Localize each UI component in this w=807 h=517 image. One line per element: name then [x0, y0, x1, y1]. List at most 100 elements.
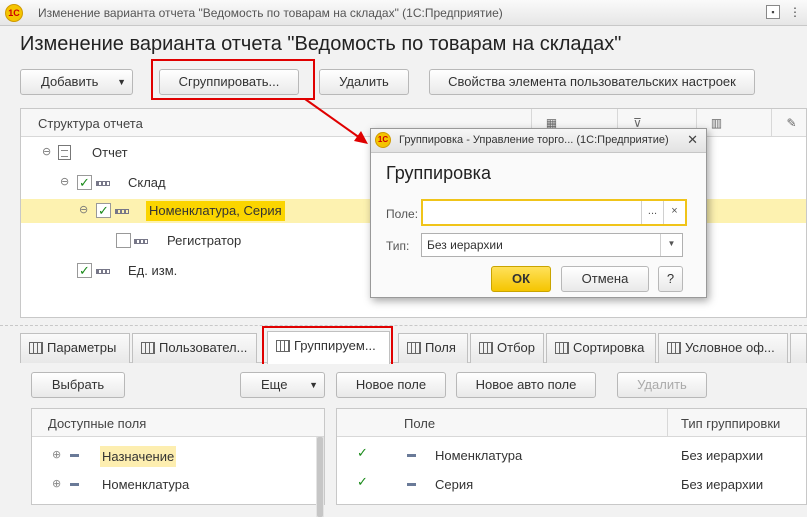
checkbox[interactable] — [116, 233, 131, 248]
tree-item-label: Номенклатура, Серия — [146, 201, 285, 221]
panel-splitter[interactable] — [0, 325, 807, 326]
tree-item-label: Отчет — [92, 145, 128, 160]
available-fields-grid: Доступные поля ⊕ Назначение ⊕ Номенклату… — [31, 408, 325, 517]
tab-filter[interactable]: Отбор — [470, 333, 544, 363]
field-icon — [70, 454, 79, 457]
scrollbar[interactable] — [316, 437, 324, 517]
select-field-button[interactable]: ... — [641, 201, 663, 224]
checkbox[interactable]: ✓ — [77, 175, 92, 190]
delete-grouping-button[interactable]: Удалить — [617, 372, 707, 398]
more-button[interactable]: Еще ▼ — [240, 372, 325, 398]
field-label: Назначение — [100, 446, 177, 467]
type-select-value: Без иерархии — [427, 238, 503, 252]
chevron-down-icon[interactable]: ▼ — [660, 234, 682, 256]
user-settings-icon — [141, 342, 155, 354]
grouping-type-value: Без иерархии — [681, 448, 764, 463]
tab-conditional-format[interactable]: Условное оф... — [658, 333, 788, 363]
collapse-icon[interactable]: ⊖ — [42, 145, 51, 158]
tab-user-settings[interactable]: Пользовател... — [132, 333, 257, 363]
collapse-icon[interactable]: ⊖ — [79, 203, 88, 216]
fields-icon — [407, 342, 421, 354]
grouping-field-icon — [134, 239, 148, 244]
field-icon — [407, 454, 416, 457]
grouping-fields-grid: Поле Тип группировки ✓ Номенклатура Без … — [336, 408, 807, 505]
sorting-icon — [555, 342, 569, 354]
checkbox[interactable]: ✓ — [355, 446, 370, 461]
delete-button[interactable]: Удалить — [319, 69, 409, 95]
help-button[interactable]: ? — [658, 266, 683, 292]
expand-icon[interactable]: ⊕ — [52, 448, 61, 461]
collapse-icon[interactable]: ⊖ — [60, 175, 69, 188]
field-label: Номенклатура — [435, 448, 523, 463]
tab-label: Пользовател... — [159, 340, 248, 355]
report-icon — [58, 145, 71, 160]
tab-label: Условное оф... — [685, 340, 775, 355]
window-titlebar: 1С Изменение варианта отчета "Ведомость … — [0, 0, 807, 26]
grouping-field-icon — [115, 209, 129, 214]
tree-item-label: Регистратор — [167, 233, 242, 248]
new-auto-field-button[interactable]: Новое авто поле — [456, 372, 596, 398]
annotation-highlight-group-button — [151, 59, 315, 100]
window-title: Изменение варианта отчета "Ведомость по … — [38, 6, 503, 20]
settings-tabs: Параметры Пользовател... Группируем... П… — [20, 330, 807, 364]
tree-item-label: Ед. изм. — [128, 263, 178, 278]
field-label: Номенклатура — [102, 477, 190, 492]
tab-label: Сортировка — [573, 340, 645, 355]
expand-icon[interactable]: ⊕ — [52, 477, 61, 490]
new-field-button[interactable]: Новое поле — [336, 372, 446, 398]
more-window-actions-icon[interactable]: ⋮ — [786, 3, 804, 21]
field-icon — [70, 483, 79, 486]
more-button-label: Еще — [261, 377, 288, 392]
tab-more[interactable] — [790, 333, 807, 363]
conditional-format-icon[interactable]: ✎ — [771, 109, 807, 137]
chevron-down-icon: ▼ — [309, 380, 318, 390]
checkbox[interactable]: ✓ — [77, 263, 92, 278]
checkbox[interactable]: ✓ — [355, 475, 370, 490]
add-button-label: Добавить — [41, 74, 99, 89]
table-row[interactable]: ✓ Серия Без иерархии — [337, 471, 806, 499]
app-logo-icon: 1С — [375, 132, 391, 148]
list-item[interactable]: ⊕ Назначение — [32, 442, 324, 470]
parameters-icon — [29, 342, 43, 354]
conditional-format-icon — [667, 342, 681, 354]
structure-header-label: Структура отчета — [38, 116, 143, 131]
tab-label: Отбор — [497, 340, 535, 355]
dialog-title: Группировка - Управление торго... (1С:Пр… — [399, 134, 669, 146]
type-select[interactable]: Без иерархии ▼ — [421, 233, 683, 257]
field-icon — [407, 483, 416, 486]
tab-parameters[interactable]: Параметры — [20, 333, 130, 363]
grouping-field-icon — [96, 181, 110, 186]
tree-item-label: Склад — [128, 175, 166, 190]
field-label: Серия — [435, 477, 474, 492]
checkbox[interactable]: ✓ — [96, 203, 111, 218]
field-input[interactable]: ... × — [421, 199, 687, 226]
type-label: Тип: — [386, 239, 410, 253]
tab-label: Параметры — [47, 340, 117, 355]
close-icon[interactable]: ✕ — [687, 132, 698, 148]
dialog-titlebar: 1С Группировка - Управление торго... (1С… — [371, 129, 706, 153]
cancel-button[interactable]: Отмена — [561, 266, 649, 292]
tab-fields[interactable]: Поля — [398, 333, 468, 363]
grouping-fields-header: Поле Тип группировки — [337, 409, 806, 437]
app-logo-icon: 1С — [5, 4, 23, 22]
dialog-heading: Группировка — [386, 163, 491, 183]
add-button[interactable]: Добавить ▼ — [20, 69, 133, 95]
grouping-type-value: Без иерархии — [681, 477, 764, 492]
bookmark-icon[interactable]: ▪ — [766, 5, 780, 19]
annotation-highlight-grouping-tab — [262, 326, 393, 368]
column-header-grouping-type: Тип группировки — [681, 416, 781, 431]
field-label: Поле: — [386, 207, 419, 221]
tab-label: Поля — [425, 340, 456, 355]
list-item[interactable]: ⊕ Номенклатура — [32, 471, 324, 499]
tab-sorting[interactable]: Сортировка — [546, 333, 656, 363]
element-properties-button[interactable]: Свойства элемента пользовательских настр… — [429, 69, 755, 95]
clear-field-button[interactable]: × — [663, 201, 685, 224]
page-title: Изменение варианта отчета "Ведомость по … — [20, 33, 622, 55]
table-row[interactable]: ✓ Номенклатура Без иерархии — [337, 442, 806, 470]
chevron-down-icon: ▼ — [117, 77, 126, 87]
column-divider — [667, 409, 668, 437]
choose-button[interactable]: Выбрать — [31, 372, 125, 398]
available-fields-header-label: Доступные поля — [48, 416, 147, 431]
ok-button[interactable]: ОК — [491, 266, 551, 292]
column-header-field: Поле — [404, 416, 436, 431]
